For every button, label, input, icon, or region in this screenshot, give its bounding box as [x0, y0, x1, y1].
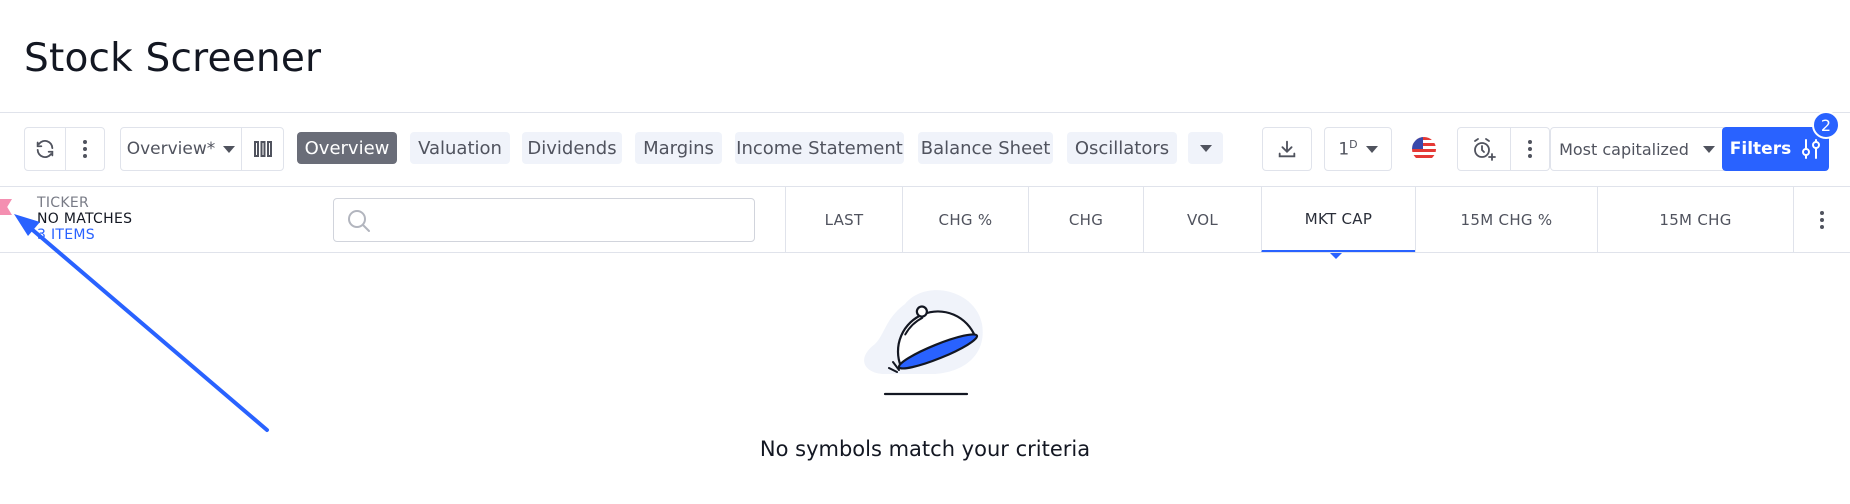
tabs-more-button[interactable]: [1188, 132, 1223, 164]
divider: [0, 252, 1850, 253]
filters-label: Filters: [1729, 139, 1792, 159]
column-header-mkt-cap[interactable]: MKT CAP: [1261, 187, 1415, 253]
filters-count-badge: 2: [1812, 111, 1840, 139]
sliders-icon: [1802, 139, 1821, 159]
chevron-down-icon: [223, 145, 236, 153]
columns-button[interactable]: [241, 127, 284, 171]
match-status: NO MATCHES: [37, 211, 133, 227]
empty-state-illustration: [855, 284, 995, 403]
tab-balance-sheet[interactable]: Balance Sheet: [918, 132, 1053, 164]
more-vertical-icon: [83, 140, 87, 158]
tab-valuation[interactable]: Valuation: [410, 132, 510, 164]
column-header-chg-percent[interactable]: CHG %: [902, 187, 1028, 253]
ticker-search-input[interactable]: [333, 198, 755, 242]
more-vertical-icon: [1820, 211, 1824, 229]
download-icon: [1278, 140, 1296, 158]
page-title: Stock Screener: [24, 36, 322, 81]
tab-overview[interactable]: Overview: [297, 132, 397, 164]
chevron-down-icon: [1365, 145, 1378, 153]
column-header-vol[interactable]: VOL: [1143, 187, 1261, 253]
more-vertical-icon: [1528, 140, 1532, 158]
download-button[interactable]: [1262, 127, 1312, 171]
refresh-icon: [36, 140, 54, 158]
more-button[interactable]: [65, 127, 105, 171]
interval-unit: D: [1349, 138, 1358, 152]
search-icon: [348, 210, 370, 232]
alert-more-button[interactable]: [1510, 127, 1550, 171]
empty-state-message: No symbols match your criteria: [759, 437, 1091, 461]
screen-select-label: Overview*: [126, 139, 216, 159]
sort-label: Most capitalized: [1559, 139, 1689, 159]
items-count-link[interactable]: 3 ITEMS: [37, 227, 95, 243]
chevron-down-icon: [1702, 145, 1715, 153]
column-header-last[interactable]: LAST: [785, 187, 902, 253]
tab-margins[interactable]: Margins: [635, 132, 722, 164]
column-settings-button[interactable]: [1793, 187, 1850, 253]
refresh-button[interactable]: [24, 127, 66, 171]
cloche-icon: [864, 290, 983, 396]
tab-income-statement[interactable]: Income Statement: [735, 132, 904, 164]
sort-select[interactable]: Most capitalized: [1550, 127, 1724, 171]
flag-marker-icon[interactable]: [0, 199, 12, 215]
interval-select[interactable]: 1D: [1324, 127, 1392, 171]
sort-indicator-icon: [1329, 252, 1343, 259]
chevron-down-icon: [1199, 144, 1212, 152]
filters-button[interactable]: Filters: [1722, 127, 1829, 171]
columns-icon: [253, 141, 272, 157]
ticker-column-header[interactable]: TICKER: [37, 195, 89, 211]
alarm-add-icon: [1474, 138, 1496, 161]
market-select[interactable]: [1411, 136, 1437, 162]
divider: [0, 112, 1850, 113]
us-flag-icon: [1412, 137, 1436, 161]
column-header-15m-chg-percent[interactable]: 15M CHG %: [1415, 187, 1597, 253]
column-header-15m-chg[interactable]: 15M CHG: [1597, 187, 1793, 253]
alert-button[interactable]: [1457, 127, 1511, 171]
tab-dividends[interactable]: Dividends: [522, 132, 622, 164]
column-header-chg[interactable]: CHG: [1028, 187, 1143, 253]
tab-oscillators[interactable]: Oscillators: [1067, 132, 1177, 164]
screen-select[interactable]: Overview*: [120, 127, 242, 171]
interval-value: 1D: [1338, 138, 1358, 160]
